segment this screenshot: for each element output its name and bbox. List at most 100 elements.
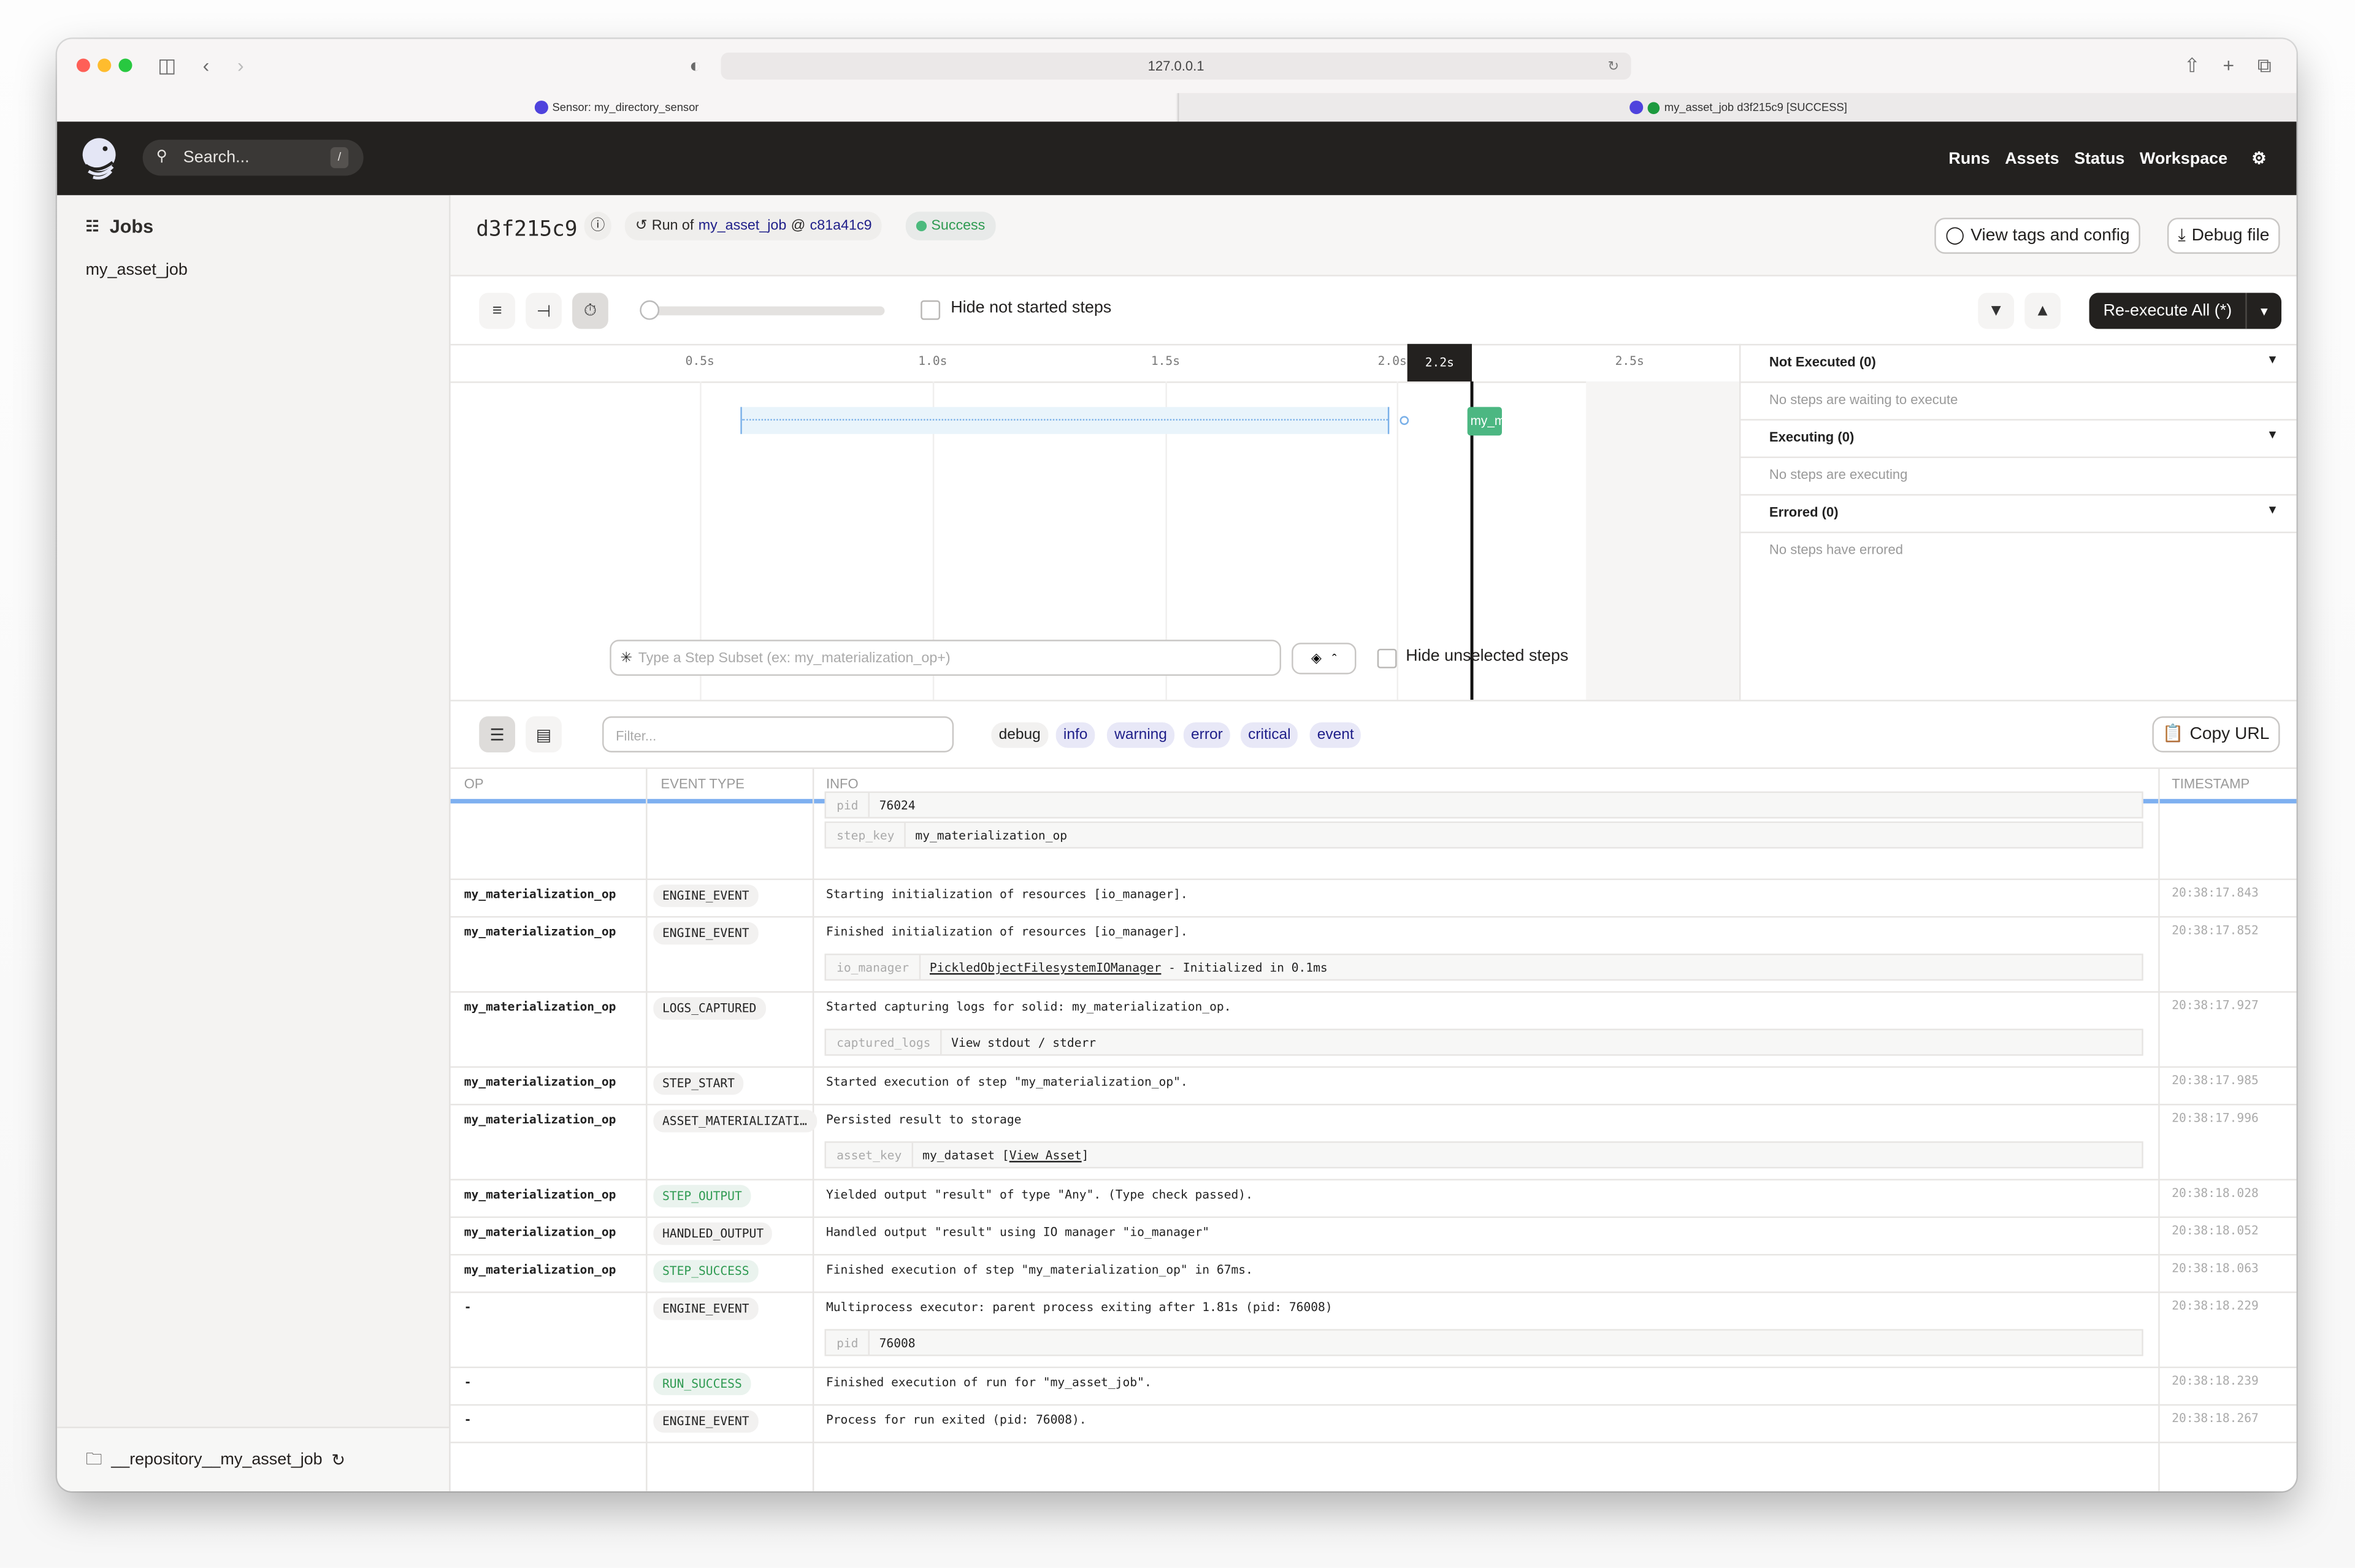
section-executing[interactable]: Executing (0) ▼ <box>1740 419 2297 458</box>
run-of-label: Run of <box>651 218 694 235</box>
zoom-slider[interactable] <box>640 300 885 320</box>
tab-overview-icon[interactable]: ⧉ <box>2257 54 2272 78</box>
waiting-bar <box>740 407 1390 434</box>
hide-unselected-label[interactable]: Hide unselected steps <box>1406 648 1568 665</box>
gridline <box>1396 381 1399 700</box>
job-link[interactable]: my_asset_job <box>699 212 787 240</box>
log-message: Started execution of step "my_materializ… <box>825 1075 1188 1089</box>
log-filter-input[interactable]: Filter... <box>602 716 954 752</box>
reexecute-all-button[interactable]: Re-execute All (*) <box>2090 293 2247 329</box>
metadata-value: 76008 <box>879 1336 916 1350</box>
run-header: d3f215c9 ⓘ ↺ Run of my_asset_job @ c81a4… <box>450 195 2297 277</box>
browser-tab-run[interactable]: my_asset_job d3f215c9 [SUCCESS] <box>1178 93 2297 122</box>
metadata-value[interactable]: View stdout / stderr <box>951 1036 1096 1050</box>
address-bar[interactable]: 127.0.0.1 ↻ <box>721 52 1631 80</box>
metadata-value: 76024 <box>879 798 916 813</box>
waterfall-view-button[interactable]: ⊣ <box>526 293 562 329</box>
collapse-all-button[interactable]: ▼ <box>1978 293 2015 329</box>
job-graph-icon: ☷ <box>85 218 99 235</box>
nav-workspace[interactable]: Workspace <box>2140 150 2227 167</box>
metadata-key: pid <box>837 1336 859 1350</box>
subset-layers-button[interactable]: ◈ ˆ <box>1292 643 1357 675</box>
back-icon[interactable]: ‹ <box>203 54 210 77</box>
event-type-tag: RUN_SUCCESS <box>653 1372 751 1396</box>
sidebar-toggle-icon[interactable]: ◫ <box>158 54 176 78</box>
log-message: Handled output "result" using IO manager… <box>825 1225 1210 1239</box>
sidebar-item-my-asset-job[interactable]: my_asset_job <box>86 261 188 279</box>
expand-all-button[interactable]: ▲ <box>2024 293 2061 329</box>
log-op: my_materialization_op <box>464 1263 616 1277</box>
log-row: my_materialization_op LOGS_CAPTURED Starte… <box>450 991 2297 1068</box>
close-window-button[interactable] <box>76 58 90 72</box>
status-label: Success <box>931 218 986 235</box>
caret-down-icon[interactable]: ▼ <box>2267 503 2278 516</box>
log-op: my_materialization_op <box>464 1112 616 1126</box>
repository-name[interactable]: __repository__my_asset_job <box>111 1451 322 1469</box>
empty-message: No steps are executing <box>1769 467 1908 483</box>
level-toggle-warning[interactable]: warning <box>1106 722 1175 748</box>
metadata-divider <box>941 1030 943 1055</box>
maximize-window-button[interactable] <box>118 58 132 72</box>
reload-icon[interactable]: ↻ <box>331 1450 345 1469</box>
shield-icon[interactable]: ◐ <box>689 54 701 77</box>
nav-status[interactable]: Status <box>2074 150 2124 167</box>
level-toggle-event[interactable]: event <box>1309 722 1361 748</box>
log-timestamp: 20:38:17.927 <box>2172 998 2259 1012</box>
browser-tab-sensor[interactable]: Sensor: my_directory_sensor <box>57 93 1176 122</box>
metadata-link[interactable]: PickledObjectFilesystemIOManager <box>930 961 1161 974</box>
flat-view-button[interactable]: ≡ <box>479 293 516 329</box>
nav-assets[interactable]: Assets <box>2005 150 2059 167</box>
settings-gear-icon[interactable]: ⚙ <box>2251 148 2266 168</box>
new-tab-icon[interactable]: + <box>2223 54 2235 77</box>
metadata-key: captured_logs <box>837 1036 931 1050</box>
log-timestamp: 20:38:18.063 <box>2172 1261 2259 1275</box>
search-shortcut-hint: / <box>330 147 349 169</box>
hide-unselected-checkbox[interactable] <box>1377 648 1397 668</box>
section-body: No steps are executing <box>1740 456 2297 496</box>
dagster-logo-icon[interactable] <box>80 137 120 180</box>
hide-not-started-label[interactable]: Hide not started steps <box>951 299 1111 316</box>
metadata-entry: asset_key my_dataset [View Asset] <box>824 1141 2143 1169</box>
level-toggle-critical[interactable]: critical <box>1240 722 1298 748</box>
info-icon: ⓘ <box>591 218 605 235</box>
log-message: Started capturing logs for solid: my_mat… <box>825 1000 1231 1014</box>
zoom-slider-handle[interactable] <box>640 300 660 320</box>
search-input[interactable]: ⚲ Search... / <box>142 139 364 176</box>
minimize-window-button[interactable] <box>98 58 112 72</box>
metadata-entry: captured_logs View stdout / stderr <box>824 1028 2143 1056</box>
share-icon[interactable]: ⇧ <box>2184 54 2200 78</box>
waterfall-icon: ⊣ <box>536 302 551 321</box>
hide-not-started-checkbox[interactable] <box>921 300 941 320</box>
reexecute-dropdown-caret-icon[interactable]: ▼ <box>2247 304 2281 318</box>
debug-file-button[interactable]: ⤓ Debug file <box>2167 218 2280 254</box>
layers-icon: ◈ <box>1311 650 1322 665</box>
status-dot-icon <box>916 221 927 232</box>
sidebar-heading: ☷ Jobs <box>86 216 154 237</box>
log-op: my_materialization_op <box>464 1188 616 1202</box>
button-label: Copy URL <box>2189 725 2270 744</box>
run-page: d3f215c9 ⓘ ↺ Run of my_asset_job @ c81a4… <box>450 195 2297 1491</box>
event-type-tag: ENGINE_EVENT <box>653 1410 759 1433</box>
copy-url-button[interactable]: 📋 Copy URL <box>2151 716 2280 752</box>
snapshot-link[interactable]: c81a41c9 <box>810 212 872 240</box>
section-errored[interactable]: Errored (0) ▼ <box>1740 494 2297 534</box>
level-toggle-debug[interactable]: debug <box>991 722 1048 748</box>
step-subset-input[interactable]: ✳ Type a Step Subset (ex: my_materializa… <box>610 640 1281 676</box>
section-not-executed[interactable]: Not Executed (0) ▼ <box>1740 344 2297 383</box>
structured-logs-button[interactable]: ☰ <box>479 716 516 752</box>
section-body: No steps have errored <box>1740 532 2296 569</box>
translate-reload-icon[interactable]: ↻ <box>1608 53 1619 80</box>
step-bar-my-materialization-op[interactable]: my_materialization_op <box>1467 407 1502 436</box>
level-toggle-error[interactable]: error <box>1183 722 1231 748</box>
caret-down-icon[interactable]: ▼ <box>2267 428 2278 442</box>
raw-logs-button[interactable]: ▤ <box>526 716 562 752</box>
run-info-button[interactable]: ⓘ <box>584 212 611 240</box>
forward-icon[interactable]: › <box>237 54 244 77</box>
caret-down-icon[interactable]: ▼ <box>2267 353 2278 367</box>
timed-view-button[interactable]: ⏱ <box>572 293 608 329</box>
level-toggle-info[interactable]: info <box>1055 722 1095 748</box>
view-asset-link[interactable]: View Asset <box>1009 1149 1082 1162</box>
nav-runs[interactable]: Runs <box>1948 150 1989 167</box>
log-row: my_materialization_op ASSET_MATERIALIZATI… <box>450 1104 2297 1180</box>
view-tags-config-button[interactable]: ◯ View tags and config <box>1934 218 2140 254</box>
